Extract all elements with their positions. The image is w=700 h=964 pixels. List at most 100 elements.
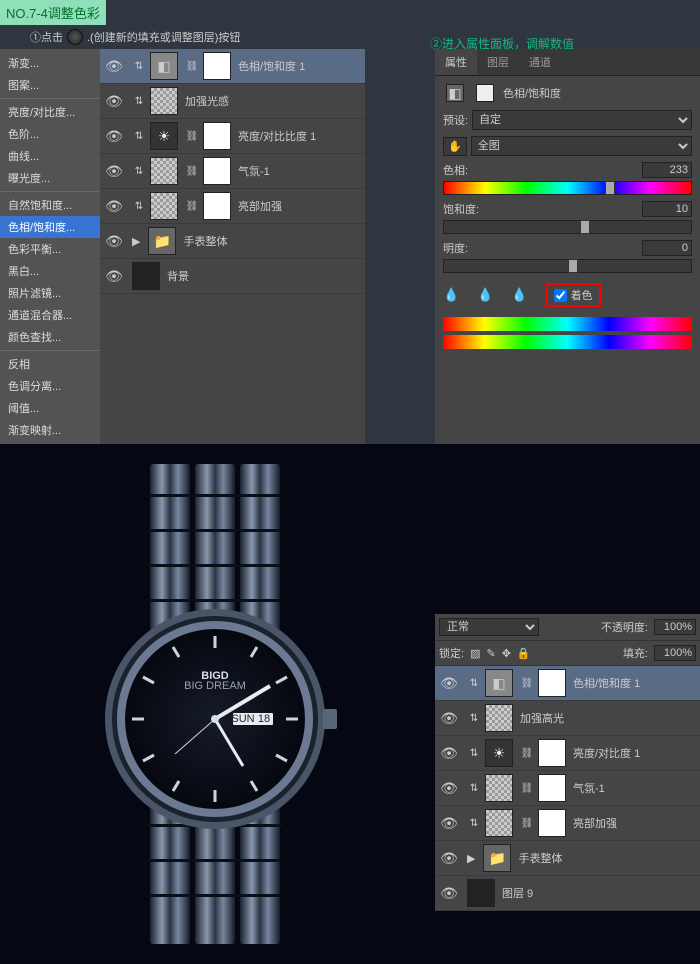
- layer-mask[interactable]: [538, 739, 566, 767]
- layer-mask[interactable]: [203, 157, 231, 185]
- visibility-icon[interactable]: 👁: [435, 885, 463, 902]
- visibility-icon[interactable]: 👁: [100, 268, 128, 285]
- menu-item[interactable]: 渐变映射...: [0, 419, 100, 441]
- menu-item[interactable]: 渐变...: [0, 52, 100, 74]
- properties-panel: 属性 图层 通道 ◧ 色相/饱和度 预设: 自定 ✋ 全图 色相:: [435, 49, 700, 444]
- visibility-icon[interactable]: 👁: [100, 163, 128, 180]
- watch-preview: BIGD BIG DREAM SUN 18: [55, 464, 375, 944]
- lock-trans-icon[interactable]: ▨: [470, 647, 480, 660]
- expand-icon[interactable]: ▶: [467, 852, 475, 865]
- eyedropper-minus-icon[interactable]: 💧: [511, 287, 527, 303]
- layer-row[interactable]: 👁⇅☀⛓亮度/对比度 1: [435, 736, 700, 771]
- visibility-icon[interactable]: 👁: [100, 198, 128, 215]
- visibility-icon[interactable]: 👁: [435, 745, 463, 762]
- colorize-label: 着色: [571, 287, 593, 303]
- menu-item[interactable]: 曝光度...: [0, 167, 100, 189]
- folder-icon: 📁: [148, 227, 176, 255]
- eyedropper-icon[interactable]: 💧: [443, 287, 459, 303]
- layer-name: 手表整体: [183, 233, 227, 249]
- layer-mask[interactable]: [538, 669, 566, 697]
- layer-mask[interactable]: [203, 122, 231, 150]
- layers-panel-top: 👁⇅◧⛓色相/饱和度 1👁⇅加强光感👁⇅☀⛓亮度/对比比度 1👁⇅⛓气氛-1👁⇅…: [100, 49, 365, 444]
- menu-item[interactable]: 曲线...: [0, 145, 100, 167]
- menu-item[interactable]: 照片滤镜...: [0, 282, 100, 304]
- adjustment-menu[interactable]: 渐变...图案... 亮度/对比度...色阶...曲线...曝光度... 自然饱和度…: [0, 49, 100, 444]
- sat-slider[interactable]: [443, 220, 692, 234]
- layer-row[interactable]: 👁⇅☀⛓亮度/对比比度 1: [100, 119, 365, 154]
- menu-item[interactable]: 黑白...: [0, 260, 100, 282]
- lock-move-icon[interactable]: ✥: [502, 647, 511, 660]
- menu-item[interactable]: 反相: [0, 353, 100, 375]
- light-input[interactable]: [642, 240, 692, 256]
- layer-mask[interactable]: [538, 774, 566, 802]
- visibility-icon[interactable]: 👁: [435, 815, 463, 832]
- menu-item[interactable]: 通道混合器...: [0, 304, 100, 326]
- layer-row[interactable]: 👁⇅⛓气氛-1: [435, 771, 700, 806]
- lock-paint-icon[interactable]: ✎: [486, 647, 495, 660]
- visibility-icon[interactable]: 👁: [435, 710, 463, 727]
- hue-label: 色相:: [443, 162, 468, 178]
- hue-slider[interactable]: [443, 181, 692, 195]
- prop-title: 色相/饱和度: [503, 85, 561, 101]
- layer-name: 背景: [167, 268, 189, 284]
- visibility-icon[interactable]: 👁: [100, 128, 128, 145]
- layer-row[interactable]: 👁⇅◧⛓色相/饱和度 1: [435, 666, 700, 701]
- link-icon: ⇅: [132, 201, 146, 212]
- menu-item[interactable]: 颜色查找...: [0, 326, 100, 348]
- layer-mask[interactable]: [203, 192, 231, 220]
- tex-thumb: [485, 774, 513, 802]
- visibility-icon[interactable]: 👁: [100, 93, 128, 110]
- layer-row[interactable]: 👁 背景: [100, 259, 365, 294]
- scope-select[interactable]: 全图: [471, 136, 692, 156]
- layer-row[interactable]: 👁 ▶ 📁 手表整体: [100, 224, 365, 259]
- layer-row[interactable]: 👁⇅⛓亮部加强: [100, 189, 365, 224]
- colorize-checkbox[interactable]: [554, 289, 567, 302]
- mask-icon: [476, 84, 494, 102]
- visibility-icon[interactable]: 👁: [100, 233, 128, 250]
- spectrum-top: [443, 317, 692, 331]
- layer-row[interactable]: 👁⇅⛓气氛-1: [100, 154, 365, 189]
- layer-row[interactable]: 👁⇅加强光感: [100, 84, 365, 119]
- preset-select[interactable]: 自定: [472, 110, 692, 130]
- visibility-icon[interactable]: 👁: [435, 850, 463, 867]
- layer-row[interactable]: 👁⇅◧⛓色相/饱和度 1: [100, 49, 365, 84]
- mask-link-icon: ⛓: [520, 783, 534, 794]
- visibility-icon[interactable]: 👁: [435, 675, 463, 692]
- layer-row[interactable]: 👁⇅⛓亮部加强: [435, 806, 700, 841]
- lock-all-icon[interactable]: 🔒: [517, 647, 531, 660]
- layer-row[interactable]: 👁图层 9: [435, 876, 700, 911]
- step-badge: NO.7-4调整色彩: [0, 0, 106, 25]
- opacity-value[interactable]: 100%: [654, 619, 696, 635]
- fill-value[interactable]: 100%: [654, 645, 696, 661]
- hue-input[interactable]: [642, 162, 692, 178]
- tab-channels[interactable]: 通道: [519, 49, 561, 75]
- menu-item[interactable]: 阈值...: [0, 397, 100, 419]
- menu-item[interactable]: 亮度/对比度...: [0, 101, 100, 123]
- blend-mode-select[interactable]: 正常: [439, 618, 539, 636]
- menu-item[interactable]: 色调分离...: [0, 375, 100, 397]
- sat-input[interactable]: [642, 201, 692, 217]
- hand-icon[interactable]: ✋: [443, 137, 467, 156]
- layer-mask[interactable]: [203, 52, 231, 80]
- visibility-icon[interactable]: 👁: [435, 780, 463, 797]
- adj-thumb-icon: ◧: [150, 52, 178, 80]
- light-slider[interactable]: [443, 259, 692, 273]
- layer-row[interactable]: 👁⇅加强高光: [435, 701, 700, 736]
- menu-item[interactable]: 自然饱和度...: [0, 194, 100, 216]
- layer-mask[interactable]: [538, 809, 566, 837]
- eyedropper-plus-icon[interactable]: 💧: [477, 287, 493, 303]
- fill-label: 填充:: [623, 645, 648, 661]
- mask-link-icon: ⛓: [520, 678, 534, 689]
- menu-item[interactable]: 色阶...: [0, 123, 100, 145]
- menu-item[interactable]: 色相/饱和度...: [0, 216, 100, 238]
- adj-icon: ◧: [446, 84, 464, 102]
- visibility-icon[interactable]: 👁: [100, 58, 128, 75]
- expand-icon[interactable]: ▶: [132, 235, 140, 248]
- tab-layers[interactable]: 图层: [477, 49, 519, 75]
- opacity-label: 不透明度:: [601, 619, 648, 635]
- tab-properties[interactable]: 属性: [435, 49, 477, 75]
- layer-row[interactable]: 👁▶📁手表整体: [435, 841, 700, 876]
- menu-item[interactable]: 色彩平衡...: [0, 238, 100, 260]
- menu-item[interactable]: 图案...: [0, 74, 100, 96]
- tex-thumb: [485, 809, 513, 837]
